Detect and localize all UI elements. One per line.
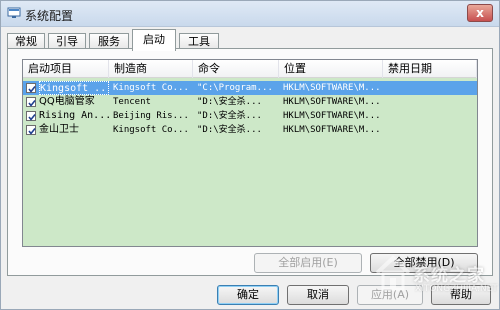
- list-header: 启动项目 制造商 命令 位置 禁用日期: [23, 60, 477, 78]
- column-location[interactable]: 位置: [279, 60, 383, 78]
- apply-button[interactable]: 应用(A): [357, 285, 423, 305]
- row-command: "D:\安全杀...: [197, 97, 262, 107]
- row-command: "C:\Program...: [197, 83, 273, 93]
- list-row[interactable]: Rising An... Beijing Ris... "D:\安全杀... H…: [23, 109, 477, 123]
- row-manufacturer: Tencent: [113, 97, 151, 107]
- startup-panel: 启动项目 制造商 命令 位置 禁用日期 Kingsoft ... Kingsof…: [7, 48, 493, 276]
- close-button[interactable]: x: [467, 4, 493, 22]
- row-manufacturer: Kingsoft Co...: [113, 125, 189, 135]
- row-disable-date: [387, 95, 477, 109]
- help-button[interactable]: 帮助: [431, 285, 491, 305]
- row-command: "D:\安全杀...: [197, 125, 262, 135]
- row-manufacturer: Beijing Ris...: [113, 111, 189, 121]
- list-row[interactable]: 金山卫士 Kingsoft Co... "D:\安全杀... HKLM\SOFT…: [23, 123, 477, 137]
- row-name: QQ电脑管家: [39, 96, 95, 107]
- row-command: "D:\安全杀...: [197, 111, 262, 121]
- row-location: HKLM\SOFTWARE\M...: [283, 111, 381, 121]
- column-disable-date[interactable]: 禁用日期: [383, 60, 477, 78]
- row-location: HKLM\SOFTWARE\M...: [283, 83, 381, 93]
- row-name: Rising An...: [39, 110, 109, 121]
- row-checkbox[interactable]: [26, 83, 36, 93]
- row-disable-date: [387, 109, 477, 123]
- row-checkbox[interactable]: [26, 97, 36, 107]
- row-location: HKLM\SOFTWARE\M...: [283, 125, 381, 135]
- close-icon: x: [476, 6, 484, 20]
- title-bar[interactable]: 系统配置 x: [1, 1, 499, 27]
- system-config-window: 系统配置 x 常规 引导 服务 启动 工具 启动项目 制造商 命令 位置 禁用日…: [0, 0, 500, 310]
- row-location: HKLM\SOFTWARE\M...: [283, 97, 381, 107]
- column-manufacturer[interactable]: 制造商: [109, 60, 193, 78]
- system-config-icon: [7, 7, 21, 19]
- window-title: 系统配置: [25, 9, 74, 23]
- column-startup-item[interactable]: 启动项目: [23, 60, 109, 78]
- list-row[interactable]: QQ电脑管家 Tencent "D:\安全杀... HKLM\SOFTWARE\…: [23, 95, 477, 109]
- startup-list[interactable]: 启动项目 制造商 命令 位置 禁用日期 Kingsoft ... Kingsof…: [22, 59, 478, 247]
- ok-button[interactable]: 确定: [217, 285, 279, 305]
- column-command[interactable]: 命令: [193, 60, 279, 78]
- row-disable-date: [387, 81, 477, 95]
- row-name: 金山卫士: [39, 124, 79, 135]
- list-row[interactable]: Kingsoft ... Kingsoft Co... "C:\Program.…: [23, 81, 477, 95]
- row-name: Kingsoft ...: [39, 81, 109, 95]
- row-checkbox[interactable]: [26, 125, 36, 135]
- enable-all-button[interactable]: 全部启用(E): [254, 253, 362, 273]
- row-manufacturer: Kingsoft Co...: [113, 83, 189, 93]
- row-checkbox[interactable]: [26, 111, 36, 121]
- cancel-button[interactable]: 取消: [287, 285, 349, 305]
- disable-all-button[interactable]: 全部禁用(D): [370, 253, 478, 273]
- tab-startup[interactable]: 启动: [132, 29, 176, 51]
- row-disable-date: [387, 123, 477, 137]
